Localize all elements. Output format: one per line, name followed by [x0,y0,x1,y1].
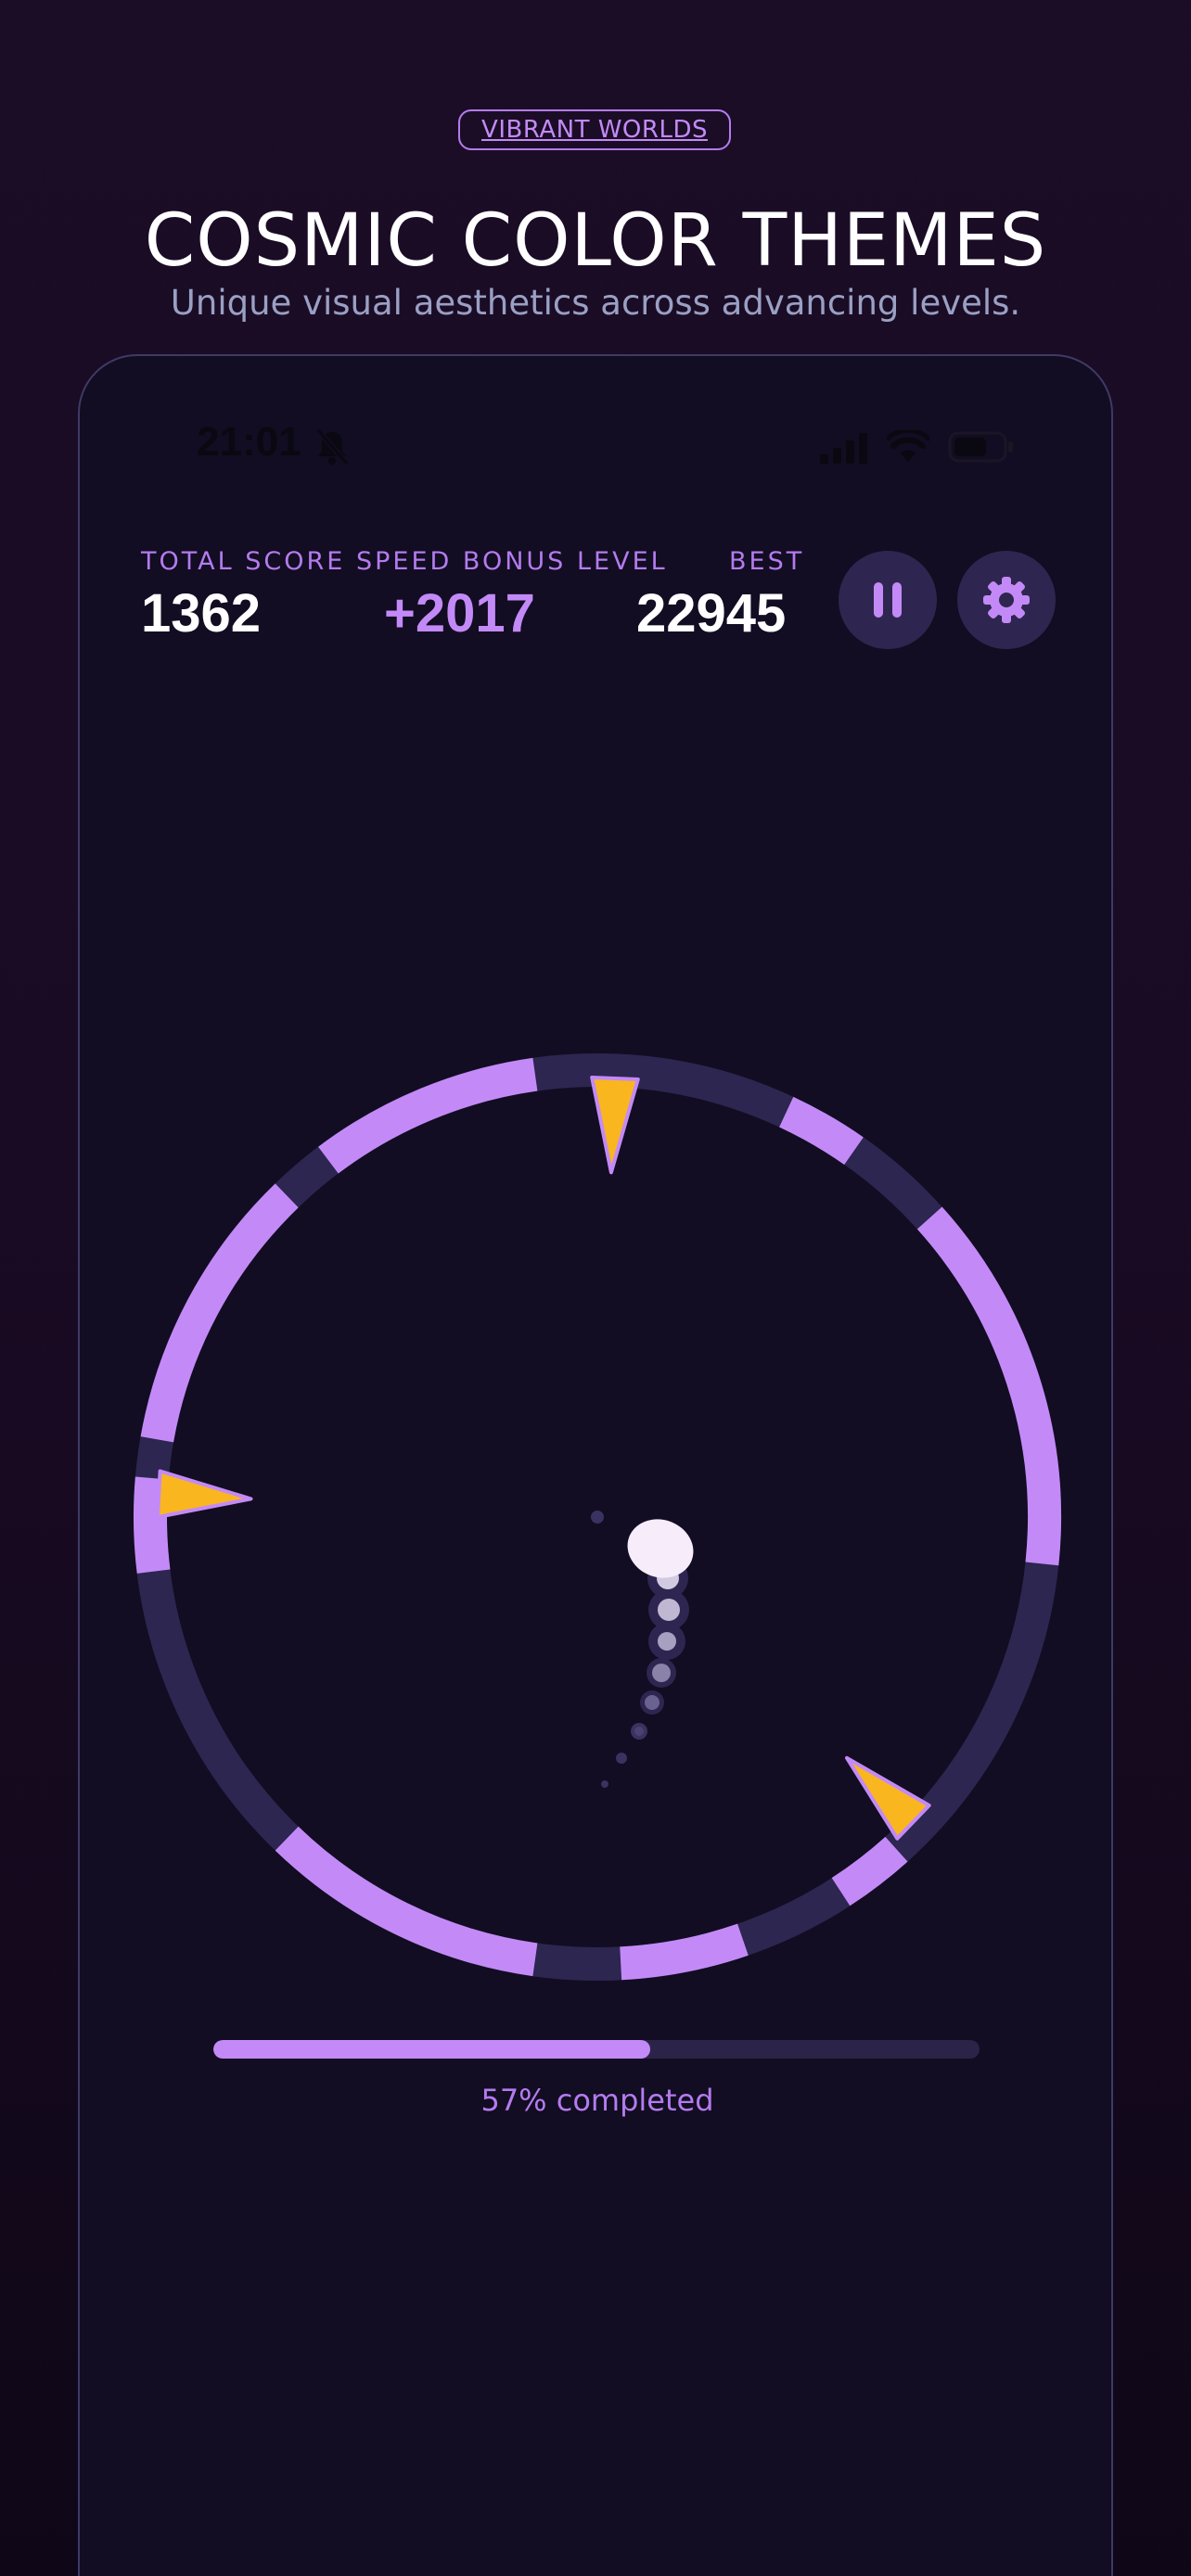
spike-1 [590,1076,640,1175]
ring-segment-4 [620,1923,749,1981]
ring-segment-8 [318,1057,538,1174]
ring-segment-3 [831,1836,908,1906]
phone-frame: 21:01 TOTAL SCORE 1362 SPEED BONUS +2017… [78,354,1113,2576]
ring-segment-1 [778,1096,864,1166]
progress-fill [213,2040,650,2059]
game-canvas[interactable] [80,356,1113,2025]
page-title: COSMIC COLOR THEMES [144,199,1047,283]
ring-segment-2 [916,1206,1062,1566]
player-ball [627,1519,694,1578]
ring-segment-6 [134,1476,171,1574]
page-subtitle: Unique visual aesthetics across advancin… [170,283,1021,323]
ring-segment-7 [140,1183,299,1443]
ring-segment-5 [275,1826,538,1977]
vibrant-worlds-badge[interactable]: VIBRANT WORLDS [458,109,731,150]
progress-text: 57% completed [480,2083,714,2118]
spike-2 [156,1469,253,1519]
progress-bar [213,2040,980,2059]
